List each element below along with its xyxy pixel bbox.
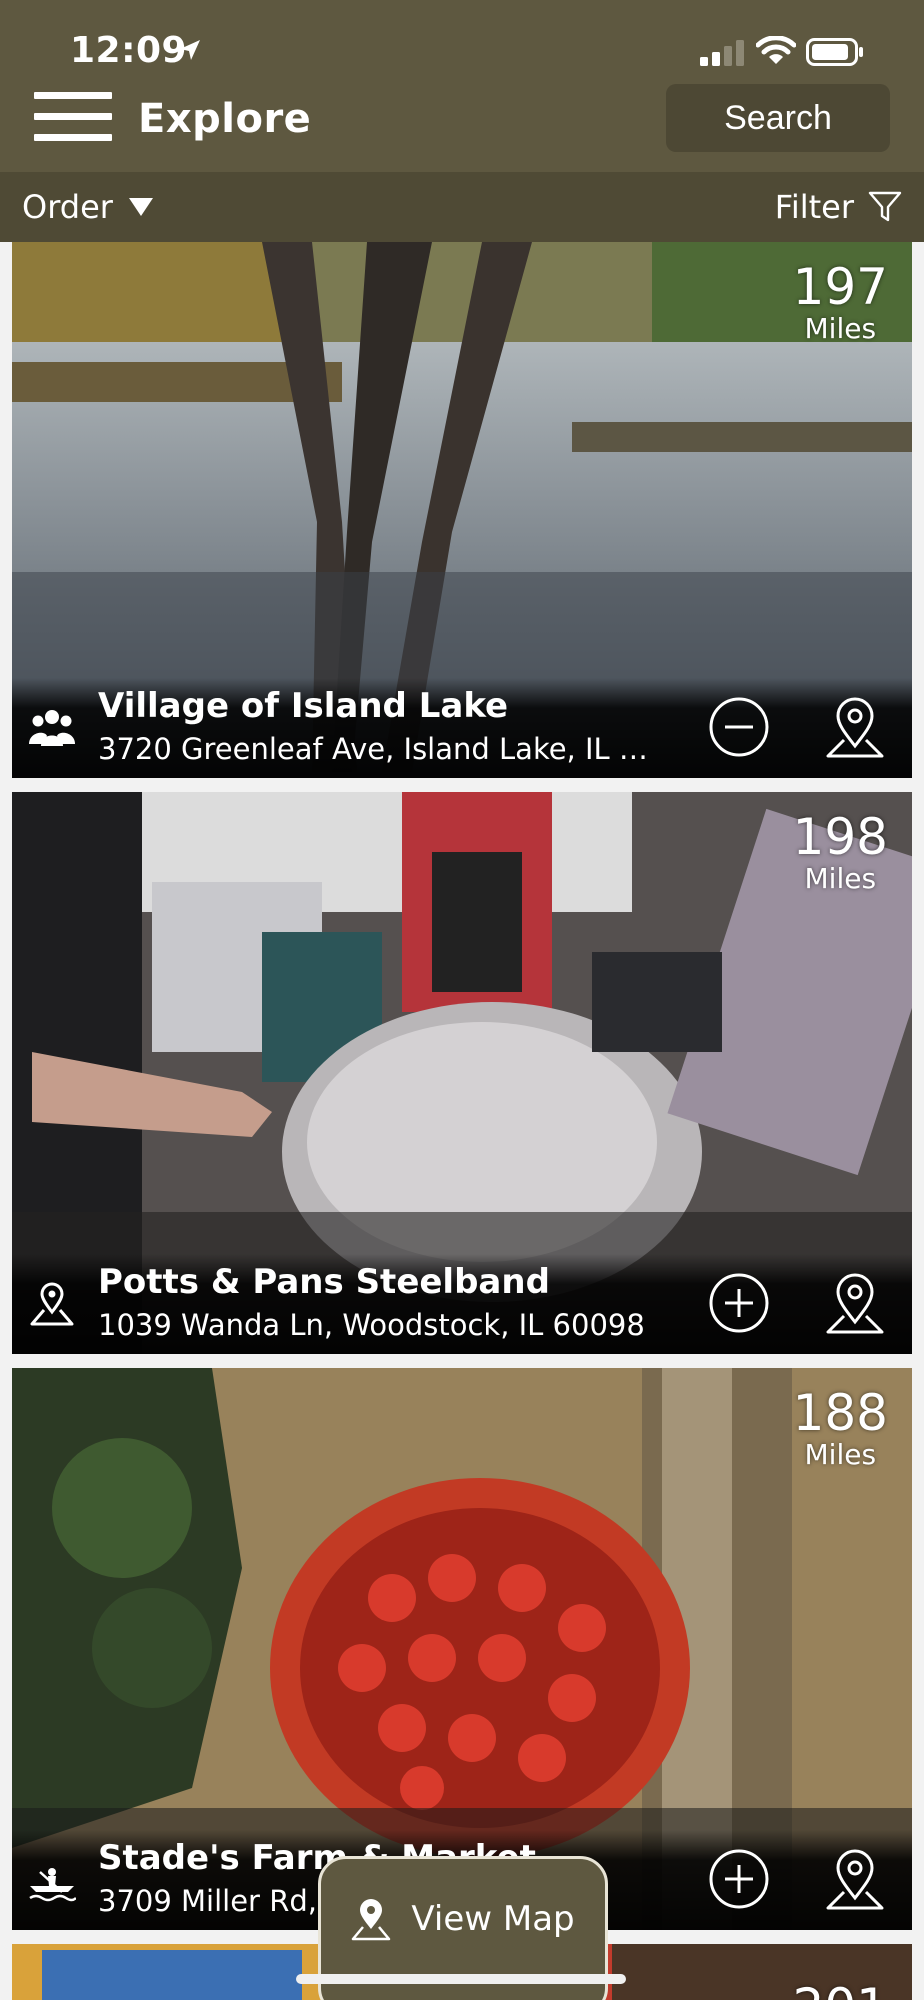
filter-label: Filter xyxy=(774,188,854,226)
listing-card[interactable]: 198 Miles Potts & Pans Steelband 1039 Wa… xyxy=(12,792,912,1354)
distance-value: 197 xyxy=(792,258,888,316)
wifi-icon xyxy=(756,36,796,64)
distance-unit: Miles xyxy=(804,862,877,895)
app-header: 12:09 Explore Search xyxy=(0,0,924,172)
map-pin-icon[interactable] xyxy=(822,1270,888,1336)
order-dropdown[interactable]: Order xyxy=(22,188,153,226)
distance-badge: 188 Miles xyxy=(793,1386,888,1470)
distance-value: 198 xyxy=(792,808,888,866)
hamburger-menu-icon[interactable] xyxy=(34,92,112,146)
sort-filter-bar: Order Filter xyxy=(0,172,924,242)
status-bar: 12:09 xyxy=(0,0,924,80)
view-map-label: View Map xyxy=(411,1899,575,1939)
listing-address: 3720 Greenleaf Ave, Island Lake, IL 60..… xyxy=(98,732,658,766)
map-pin-icon xyxy=(30,1282,74,1326)
people-icon xyxy=(29,710,75,746)
home-indicator[interactable] xyxy=(296,1974,626,1984)
listing-address: 1039 Wanda Ln, Woodstock, IL 60098 xyxy=(98,1308,645,1342)
listing-card[interactable]: 197 Miles Village of Island Lake 3720 Gr… xyxy=(12,242,912,778)
map-pin-icon[interactable] xyxy=(822,694,888,760)
distance-unit: Miles xyxy=(804,312,877,345)
minus-circle-icon[interactable] xyxy=(708,696,770,758)
funnel-icon xyxy=(868,191,902,222)
listing-info-bar: Village of Island Lake 3720 Greenleaf Av… xyxy=(12,678,912,778)
listing-name: Potts & Pans Steelband xyxy=(98,1262,550,1302)
listing-card[interactable]: 188 Miles Stade's Farm & Market 3709 Mil… xyxy=(12,1368,912,1930)
plus-circle-icon[interactable] xyxy=(708,1848,770,1910)
battery-icon xyxy=(806,38,863,66)
map-pin-icon[interactable] xyxy=(822,1846,888,1912)
distance-value: 201 xyxy=(793,1980,888,2000)
location-arrow-icon xyxy=(180,40,200,60)
caret-down-icon xyxy=(128,198,153,216)
listing-info-bar: Potts & Pans Steelband 1039 Wanda Ln, Wo… xyxy=(12,1254,912,1354)
canoe-icon xyxy=(29,1868,76,1902)
listing-address: 3709 Miller Rd, xyxy=(98,1884,317,1918)
cellular-signal-icon xyxy=(700,40,744,66)
map-pin-icon xyxy=(352,1899,391,1941)
status-time: 12:09 xyxy=(70,30,188,71)
search-button[interactable]: Search xyxy=(666,84,890,152)
distance-badge: 201 xyxy=(793,1980,888,2000)
plus-circle-icon[interactable] xyxy=(708,1272,770,1334)
listing-name: Village of Island Lake xyxy=(98,686,509,726)
distance-value: 188 xyxy=(792,1384,888,1442)
distance-unit: Miles xyxy=(804,1438,877,1471)
order-label: Order xyxy=(22,188,113,226)
distance-badge: 197 Miles xyxy=(793,260,888,344)
distance-badge: 198 Miles xyxy=(793,810,888,894)
page-title: Explore xyxy=(138,96,312,142)
filter-button[interactable]: Filter xyxy=(775,188,902,226)
